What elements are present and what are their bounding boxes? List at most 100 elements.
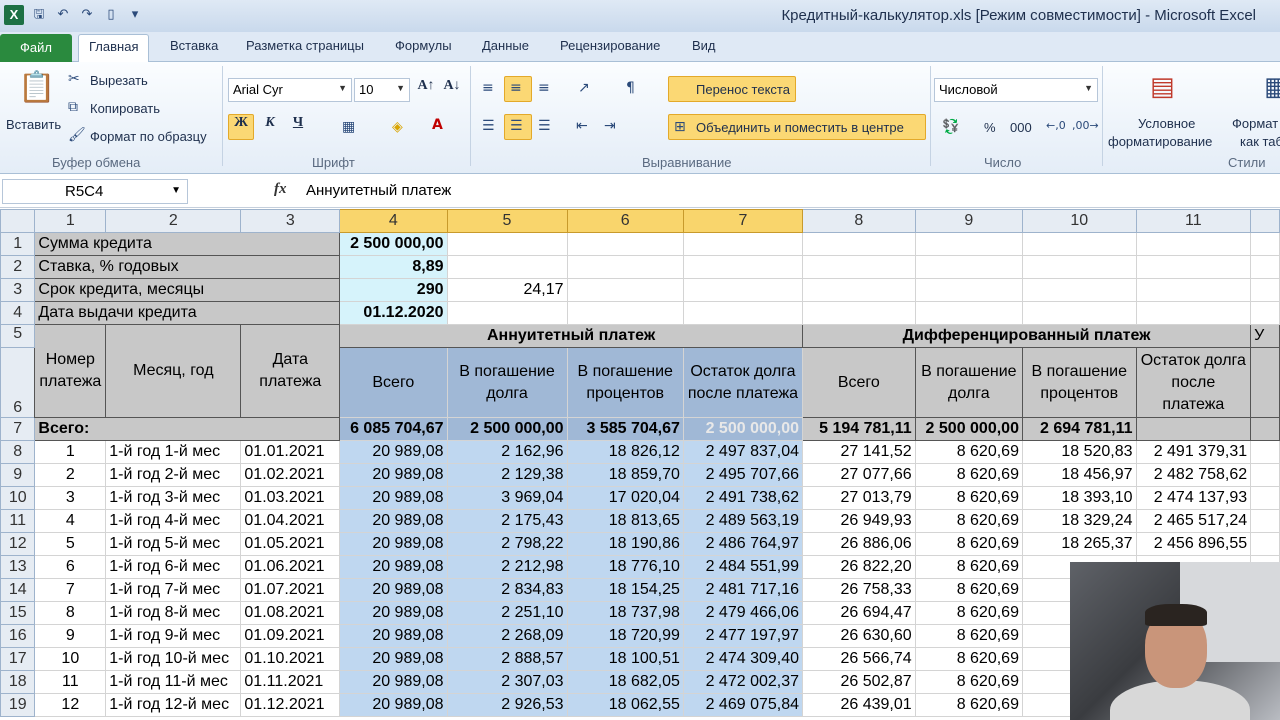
row-header[interactable]: 13 (0, 555, 36, 579)
ann-total[interactable]: 20 989,08 (339, 693, 448, 717)
payment-date[interactable]: 01.12.2021 (240, 693, 341, 717)
ann-total[interactable]: 20 989,08 (339, 578, 448, 602)
month-year[interactable]: 1-й год 5-й мес (105, 532, 242, 556)
ann-balance[interactable]: 2 491 738,62 (682, 486, 804, 510)
function-icon[interactable]: fx (274, 181, 287, 198)
row-header[interactable]: 7 (0, 417, 36, 441)
header-cut-off[interactable]: У (1250, 324, 1280, 348)
diff-principal[interactable]: 8 620,69 (914, 440, 1023, 464)
diff-principal[interactable]: 8 620,69 (914, 601, 1023, 625)
month-year[interactable]: 1-й год 4-й мес (105, 509, 242, 533)
font-name-select[interactable]: Arial Cyr ▼ (228, 78, 352, 102)
payment-date[interactable]: 01.09.2021 (240, 624, 341, 648)
header-cut-off[interactable] (1250, 347, 1280, 418)
shrink-font-icon[interactable]: A↓ (440, 78, 464, 102)
new-document-icon[interactable]: ▯ (102, 6, 120, 24)
tab-data[interactable]: Данные (482, 38, 529, 53)
paste-button[interactable]: Вставить (6, 117, 61, 132)
ann-balance[interactable]: 2 486 764,97 (682, 532, 804, 556)
column-header[interactable]: 1 (34, 209, 107, 233)
bold-button[interactable]: Ж (229, 115, 253, 139)
diff-interest[interactable]: 18 265,37 (1021, 532, 1137, 556)
month-year[interactable]: 1-й год 2-й мес (105, 463, 242, 487)
cell[interactable] (914, 278, 1023, 302)
cell[interactable] (682, 255, 804, 279)
totals-diff-balance[interactable] (1135, 417, 1252, 441)
diff-principal[interactable]: 8 620,69 (914, 509, 1023, 533)
diff-balance[interactable]: 2 491 379,31 (1135, 440, 1252, 464)
ann-total[interactable]: 20 989,08 (339, 532, 448, 556)
cell[interactable] (802, 278, 916, 302)
column-header[interactable]: 11 (1135, 209, 1252, 233)
diff-principal[interactable]: 8 620,69 (914, 693, 1023, 717)
payment-number[interactable]: 5 (34, 532, 107, 556)
header-month-year[interactable]: Месяц, год (105, 324, 242, 418)
diff-principal[interactable]: 8 620,69 (914, 463, 1023, 487)
param-value[interactable]: 290 (339, 278, 448, 302)
diff-interest[interactable]: 18 329,24 (1021, 509, 1137, 533)
fill-color-icon[interactable]: ◈ (392, 119, 403, 135)
underline-button[interactable]: Ч (286, 115, 310, 139)
cell[interactable] (1250, 232, 1280, 256)
cell[interactable] (1135, 232, 1252, 256)
payment-number[interactable]: 11 (34, 670, 107, 694)
ann-principal[interactable]: 2 834,83 (446, 578, 568, 602)
column-header[interactable]: 9 (914, 209, 1023, 233)
ann-principal[interactable]: 2 268,09 (446, 624, 568, 648)
row-header[interactable]: 4 (0, 301, 36, 325)
cell[interactable] (682, 278, 804, 302)
cell[interactable] (1250, 255, 1280, 279)
cell[interactable] (1250, 417, 1280, 441)
header-ann-principal[interactable]: В погашение долга (446, 347, 568, 418)
header-diff-interest[interactable]: В погашение процентов (1021, 347, 1137, 418)
decrease-indent-icon[interactable]: ⇤ (576, 118, 588, 134)
cell[interactable] (1250, 440, 1280, 464)
align-right-icon[interactable]: ☰ (538, 118, 551, 134)
diff-balance[interactable]: 2 456 896,55 (1135, 532, 1252, 556)
cell[interactable] (1021, 255, 1137, 279)
ann-total[interactable]: 20 989,08 (339, 463, 448, 487)
cell[interactable] (1135, 255, 1252, 279)
ann-balance[interactable]: 2 484 551,99 (682, 555, 804, 579)
select-all-corner[interactable] (0, 209, 36, 233)
currency-icon[interactable]: 💱 (942, 119, 959, 135)
align-middle-icon[interactable]: ≡ (510, 80, 522, 96)
wrap-text-button[interactable]: Перенос текста (696, 82, 790, 97)
row-header[interactable]: 3 (0, 278, 36, 302)
ann-balance[interactable]: 2 474 309,40 (682, 647, 804, 671)
totals-label[interactable]: Всего: (34, 417, 341, 441)
cell[interactable] (802, 232, 916, 256)
payment-number[interactable]: 3 (34, 486, 107, 510)
totals-ann-balance[interactable]: 2 500 000,00 (682, 417, 804, 441)
payment-date[interactable]: 01.01.2021 (240, 440, 341, 464)
cell[interactable] (1250, 532, 1280, 556)
ann-interest[interactable]: 18 826,12 (566, 440, 684, 464)
grow-font-icon[interactable]: A↑ (414, 78, 438, 102)
save-icon[interactable]: 🖫 (30, 6, 48, 24)
column-header[interactable]: 6 (566, 209, 684, 233)
header-differentiated[interactable]: Дифференцированный платеж (801, 324, 1252, 348)
totals-diff-interest[interactable]: 2 694 781,11 (1021, 417, 1137, 441)
diff-total[interactable]: 27 141,52 (802, 440, 916, 464)
tab-page-layout[interactable]: Разметка страницы (246, 38, 364, 53)
italic-button[interactable]: К (258, 115, 282, 139)
totals-ann-interest[interactable]: 3 585 704,67 (566, 417, 684, 441)
diff-interest[interactable]: 18 456,97 (1021, 463, 1137, 487)
merge-center-button[interactable]: Объединить и поместить в центре (696, 120, 904, 135)
ann-interest[interactable]: 18 100,51 (566, 647, 684, 671)
paste-icon[interactable]: 📋 (18, 70, 55, 105)
copy-button[interactable]: Копировать (90, 101, 160, 116)
decrease-decimal-icon[interactable]: ,00→ (1072, 119, 1099, 132)
month-year[interactable]: 1-й год 1-й мес (105, 440, 242, 464)
cell[interactable] (682, 232, 804, 256)
cell[interactable] (914, 255, 1023, 279)
ann-total[interactable]: 20 989,08 (339, 647, 448, 671)
cell[interactable] (1021, 278, 1137, 302)
payment-date[interactable]: 01.10.2021 (240, 647, 341, 671)
row-header[interactable]: 18 (0, 670, 36, 694)
param-extra[interactable]: 24,17 (446, 278, 568, 302)
column-header[interactable] (1250, 209, 1280, 233)
align-center-icon[interactable]: ☰ (510, 118, 523, 134)
header-ann-interest[interactable]: В погашение процентов (566, 347, 684, 418)
redo-icon[interactable]: ↷ (78, 6, 96, 24)
